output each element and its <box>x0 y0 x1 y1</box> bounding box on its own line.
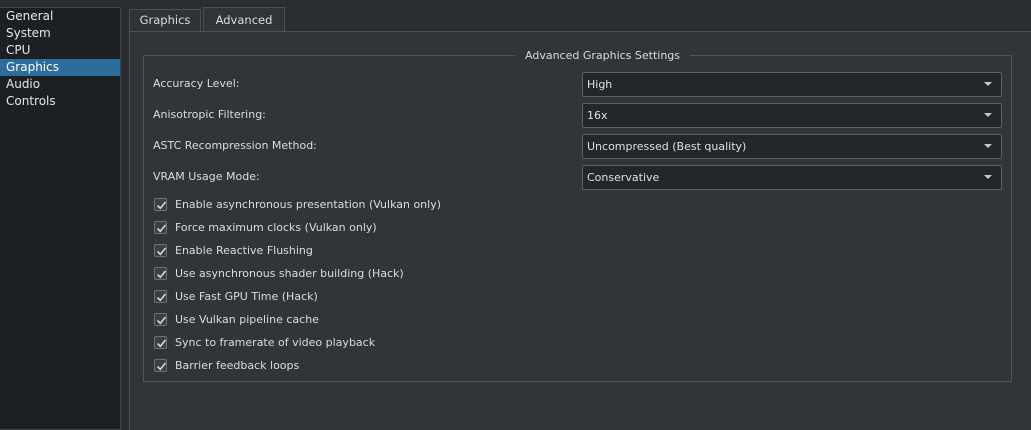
fast-gpu-time-checkbox[interactable] <box>154 290 167 303</box>
sidebar-item-graphics[interactable]: Graphics <box>0 59 120 76</box>
astc-recompression-label: ASTC Recompression Method: <box>153 139 317 152</box>
sync-video-framerate-checkbox[interactable] <box>154 336 167 349</box>
advanced-graphics-settings-group: Advanced Graphics Settings Accuracy Leve… <box>143 48 1012 382</box>
async-presentation-checkbox[interactable] <box>154 198 167 211</box>
vram-usage-mode-value: Conservative <box>587 171 660 184</box>
vram-usage-mode-dropdown[interactable]: Conservative <box>582 165 1002 190</box>
astc-recompression-value: Uncompressed (Best quality) <box>587 140 747 153</box>
vulkan-pipeline-cache-label: Use Vulkan pipeline cache <box>175 313 319 326</box>
anisotropic-filtering-value: 16x <box>587 109 608 122</box>
chevron-down-icon <box>984 175 992 179</box>
sidebar-item-general[interactable]: General <box>0 8 120 25</box>
anisotropic-filtering-label: Anisotropic Filtering: <box>153 108 266 121</box>
sidebar-item-audio[interactable]: Audio <box>0 76 120 93</box>
accuracy-level-value: High <box>587 78 613 91</box>
accuracy-level-dropdown[interactable]: High <box>582 72 1002 97</box>
barrier-feedback-loops-label: Barrier feedback loops <box>175 359 300 372</box>
anisotropic-filtering-dropdown[interactable]: 16x <box>582 103 1002 128</box>
force-max-clocks-checkbox[interactable] <box>154 221 167 234</box>
accuracy-level-label: Accuracy Level: <box>153 77 240 90</box>
async-presentation-label: Enable asynchronous presentation (Vulkan… <box>175 198 442 211</box>
tab-pane-advanced: Advanced Graphics Settings Accuracy Leve… <box>129 31 1031 430</box>
settings-category-list: General System CPU Graphics Audio Contro… <box>0 7 121 430</box>
sidebar-item-controls[interactable]: Controls <box>0 93 120 110</box>
tab-advanced[interactable]: Advanced <box>203 7 285 32</box>
barrier-feedback-loops-checkbox[interactable] <box>154 359 167 372</box>
tab-graphics[interactable]: Graphics <box>129 9 201 31</box>
chevron-down-icon <box>984 113 992 117</box>
reactive-flushing-checkbox[interactable] <box>154 244 167 257</box>
async-shader-building-checkbox[interactable] <box>154 267 167 280</box>
group-title: Advanced Graphics Settings <box>515 48 691 64</box>
sync-video-framerate-label: Sync to framerate of video playback <box>175 336 376 349</box>
reactive-flushing-label: Enable Reactive Flushing <box>175 244 313 257</box>
fast-gpu-time-label: Use Fast GPU Time (Hack) <box>175 290 318 303</box>
force-max-clocks-label: Force maximum clocks (Vulkan only) <box>175 221 377 234</box>
async-shader-building-label: Use asynchronous shader building (Hack) <box>175 267 404 280</box>
chevron-down-icon <box>984 144 992 148</box>
astc-recompression-dropdown[interactable]: Uncompressed (Best quality) <box>582 134 1002 159</box>
sidebar-item-cpu[interactable]: CPU <box>0 42 120 59</box>
vram-usage-mode-label: VRAM Usage Mode: <box>153 170 260 183</box>
vulkan-pipeline-cache-checkbox[interactable] <box>154 313 167 326</box>
sidebar-item-system[interactable]: System <box>0 25 120 42</box>
chevron-down-icon <box>984 82 992 86</box>
